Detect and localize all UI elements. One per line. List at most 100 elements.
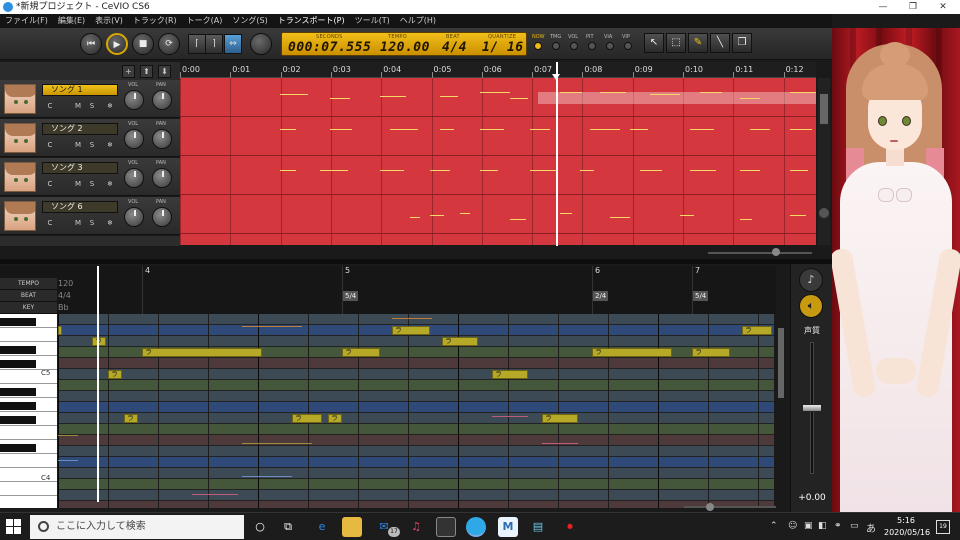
beat-row-value[interactable]: 4/4 — [58, 291, 71, 300]
track-zoom-slider[interactable] — [700, 247, 820, 259]
system-clock[interactable]: 5:16 2020/05/16 — [884, 515, 930, 539]
track-row[interactable]: ソング 1 C M S ❄ VOL PAN — [0, 80, 180, 118]
track-row[interactable]: ソング 6 C M S ❄ VOL PAN — [0, 197, 180, 235]
piano-white-key[interactable] — [0, 496, 57, 508]
rewind-button[interactable]: ⏮ — [80, 33, 102, 55]
edge-browser-icon[interactable]: e — [312, 517, 332, 537]
track-vertical-scrollbar[interactable] — [818, 78, 830, 245]
select-tool-icon[interactable]: ⬚ — [666, 33, 686, 53]
track-name[interactable]: ソング 1 — [42, 84, 118, 96]
menu-talk[interactable]: トーク(A) — [182, 14, 228, 28]
snap-icon[interactable]: ⇔ — [224, 34, 242, 54]
note[interactable]: ラ — [442, 337, 478, 346]
pit-toggle[interactable] — [588, 42, 596, 50]
note[interactable]: ラ — [142, 348, 262, 357]
pencil-tool-icon[interactable]: ✎ — [688, 33, 708, 53]
pan-knob[interactable] — [152, 129, 172, 149]
note[interactable]: ラ — [292, 414, 322, 423]
solo-button[interactable]: S — [86, 101, 98, 112]
vol-toggle[interactable] — [570, 42, 578, 50]
track-name[interactable]: ソング 6 — [42, 201, 118, 213]
tray-chevron-icon[interactable]: ⌃ — [770, 521, 778, 531]
note[interactable]: ラ — [342, 348, 380, 357]
effect-icon[interactable]: ❄ — [104, 101, 116, 112]
piano-white-key[interactable] — [0, 328, 57, 342]
menu-view[interactable]: 表示(V) — [90, 14, 128, 28]
windows-start-icon[interactable] — [6, 519, 22, 535]
mute-button[interactable]: M — [72, 218, 84, 229]
piano-black-key[interactable] — [0, 444, 36, 452]
record-icon[interactable]: ⏺ — [560, 517, 580, 537]
pointer-tool-icon[interactable]: ↖ — [644, 33, 664, 53]
metronome-knob[interactable] — [250, 33, 272, 55]
pan-knob[interactable] — [152, 168, 172, 188]
volume-knob[interactable] — [124, 207, 144, 227]
add-track-button[interactable]: + — [122, 65, 135, 78]
effect-icon[interactable]: ❄ — [104, 218, 116, 229]
note[interactable]: ラ — [92, 337, 106, 346]
track-name[interactable]: ソング 3 — [42, 162, 118, 174]
stop-button[interactable]: ■ — [132, 33, 154, 55]
track-c-button[interactable]: C — [44, 218, 56, 229]
track-c-button[interactable]: C — [44, 179, 56, 190]
tray-media-icon[interactable]: ◧ — [818, 521, 827, 531]
move-track-down-button[interactable]: ⬇ — [158, 65, 171, 78]
key-row-value[interactable]: Bb — [58, 303, 69, 312]
tray-people-icon[interactable]: ☺ — [788, 521, 797, 531]
cevio-taskbar-icon[interactable] — [466, 517, 486, 537]
maximize-button[interactable]: ❐ — [898, 0, 928, 14]
quantize-value[interactable]: 1/ 16 — [482, 40, 524, 55]
via-toggle[interactable] — [606, 42, 614, 50]
piano-roll-grid[interactable]: ラララララララララララララララ — [58, 314, 774, 508]
file-explorer-icon[interactable] — [342, 517, 362, 537]
ime-indicator[interactable]: あ — [866, 520, 876, 535]
cortana-icon[interactable]: ○ — [250, 517, 270, 537]
piano-roll-zoom-slider[interactable] — [680, 503, 780, 511]
track-row[interactable]: ソング 2 C M S ❄ VOL PAN — [0, 119, 180, 157]
piano-black-key[interactable] — [0, 360, 36, 368]
taskbar-search-box[interactable]: ここに入力して検索 — [30, 515, 244, 539]
window-tool-icon[interactable]: ❐ — [732, 33, 752, 53]
note[interactable]: ラ — [492, 370, 528, 379]
minimize-button[interactable]: — — [868, 0, 898, 14]
beat-change-badge[interactable]: 5/4 — [343, 291, 359, 301]
task-view-icon[interactable]: ⧉ — [278, 517, 298, 537]
note[interactable]: ラ — [124, 414, 138, 423]
note[interactable]: ラ — [108, 370, 122, 379]
piano-black-key[interactable] — [0, 346, 36, 354]
piano-black-key[interactable] — [0, 388, 36, 396]
line-tool-icon[interactable]: ╲ — [710, 33, 730, 53]
menu-help[interactable]: ヘルプ(H) — [395, 14, 441, 28]
piano-white-key[interactable] — [0, 482, 57, 496]
piano-black-key[interactable] — [0, 402, 36, 410]
note[interactable]: ラ — [542, 414, 578, 423]
beat-change-badge[interactable]: 5/4 — [693, 291, 709, 301]
notification-center-button[interactable]: 19 — [936, 520, 950, 534]
mute-button[interactable]: M — [72, 101, 84, 112]
note-tool-icon[interactable]: ♪ — [799, 268, 823, 292]
pan-knob[interactable] — [152, 90, 172, 110]
mute-button[interactable]: M — [72, 140, 84, 151]
now-toggle[interactable] — [534, 42, 542, 50]
m-app-icon[interactable]: M — [498, 517, 518, 537]
effect-icon[interactable]: ❄ — [104, 179, 116, 190]
marker-left-icon[interactable]: ⌈ — [188, 34, 206, 54]
tray-display-icon[interactable]: ▭ — [850, 521, 859, 531]
playhead[interactable] — [556, 62, 558, 246]
note[interactable]: ラ — [58, 326, 62, 335]
beat-value[interactable]: 4/4 — [442, 40, 467, 55]
menu-transport[interactable]: トランスポート(P) — [273, 14, 350, 28]
menu-edit[interactable]: 編集(E) — [53, 14, 90, 28]
track-row[interactable]: ソング 3 C M S ❄ VOL PAN — [0, 158, 180, 196]
volume-knob[interactable] — [124, 129, 144, 149]
voice-quality-fader[interactable] — [802, 404, 822, 412]
loop-button[interactable]: ⟳ — [158, 33, 180, 55]
piano-black-key[interactable] — [0, 318, 36, 326]
close-button[interactable]: ✕ — [928, 0, 958, 14]
track-c-button[interactable]: C — [44, 101, 56, 112]
pane-divider[interactable] — [0, 259, 832, 264]
time-ruler[interactable]: 0:00 0:01 0:02 0:03 0:04 0:05 0:06 0:07 0:08 0:09… — [180, 62, 816, 78]
solo-button[interactable]: S — [86, 179, 98, 190]
track-c-button[interactable]: C — [44, 140, 56, 151]
itunes-icon[interactable]: ♫ — [406, 517, 426, 537]
